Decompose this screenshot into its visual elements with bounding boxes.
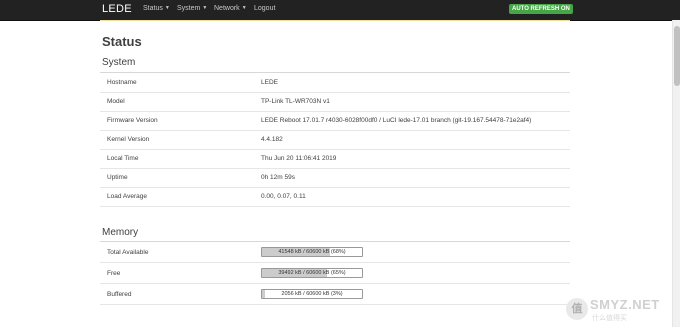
memory-section-divider: [100, 241, 570, 242]
system-row-local-time: Local Time Thu Jun 20 11:06:41 2019: [100, 149, 570, 169]
model-label: Model: [107, 98, 125, 105]
auto-refresh-toggle[interactable]: AUTO REFRESH ON: [509, 4, 573, 14]
menu-status-label: Status: [143, 5, 163, 12]
menu-network[interactable]: Network ▼: [214, 5, 247, 12]
watermark-logo-icon: 值: [566, 298, 588, 320]
free-bar-text: 39492 kB / 60600 kB (65%): [278, 270, 346, 276]
total-available-label: Total Available: [107, 249, 149, 256]
system-section-title: System: [102, 57, 136, 68]
total-available-bar-text: 41548 kB / 60600 kB (68%): [278, 249, 346, 255]
load-average-label: Load Average: [107, 193, 147, 200]
free-label: Free: [107, 270, 121, 277]
buffered-label: Buffered: [107, 291, 132, 298]
load-average-value: 0.00, 0.07, 0.11: [261, 193, 306, 200]
watermark-title: SMYZ.NET: [590, 297, 660, 312]
system-row-model: Model TP-Link TL-WR703N v1: [100, 92, 570, 112]
caret-down-icon: ▼: [164, 5, 170, 11]
model-value: TP-Link TL-WR703N v1: [261, 98, 330, 105]
memory-row-total-available: Total Available 41548 kB / 60600 kB (68%…: [100, 243, 570, 263]
total-available-bar: 41548 kB / 60600 kB (68%): [261, 247, 363, 257]
kernel-value: 4.4.182: [261, 136, 283, 143]
memory-row-buffered: Buffered 2056 kB / 60600 kB (3%): [100, 285, 570, 305]
top-navbar: LEDE Status ▼ System ▼ Network ▼ Logout AUT…: [0, 0, 680, 21]
menu-network-label: Network: [214, 5, 240, 12]
brand-logo[interactable]: LEDE: [102, 3, 132, 15]
caret-down-icon: ▼: [241, 5, 247, 11]
scrollbar-thumb[interactable]: [674, 26, 680, 86]
uptime-value: 0h 12m 59s: [261, 174, 295, 181]
system-row-uptime: Uptime 0h 12m 59s: [100, 168, 570, 188]
watermark-subtitle: 什么值得买: [592, 315, 627, 322]
system-row-firmware: Firmware Version LEDE Reboot 17.01.7 r40…: [100, 111, 570, 131]
menu-logout[interactable]: Logout: [254, 5, 275, 12]
menu-system[interactable]: System ▼: [177, 5, 207, 12]
kernel-label: Kernel Version: [107, 136, 150, 143]
hostname-label: Hostname: [107, 79, 137, 86]
hostname-value: LEDE: [261, 79, 278, 86]
menu-system-label: System: [177, 5, 201, 12]
buffered-bar-text: 2056 kB / 60600 kB (3%): [281, 291, 343, 297]
memory-row-free: Free 39492 kB / 60600 kB (65%): [100, 264, 570, 284]
free-bar: 39492 kB / 60600 kB (65%): [261, 268, 363, 278]
menu-status[interactable]: Status ▼: [143, 5, 170, 12]
page-title: Status: [102, 34, 142, 49]
local-time-value: Thu Jun 20 11:06:41 2019: [261, 155, 337, 162]
warning-strip: [100, 20, 570, 21]
caret-down-icon: ▼: [202, 5, 208, 11]
memory-section-title: Memory: [102, 227, 139, 238]
firmware-label: Firmware Version: [107, 117, 158, 124]
page-scrollbar[interactable]: [672, 20, 680, 327]
buffered-bar: 2056 kB / 60600 kB (3%): [261, 289, 363, 299]
system-row-load-average: Load Average 0.00, 0.07, 0.11: [100, 187, 570, 207]
firmware-value: LEDE Reboot 17.01.7 r4030-6028f00df0 / L…: [261, 117, 532, 124]
uptime-label: Uptime: [107, 174, 128, 181]
local-time-label: Local Time: [107, 155, 139, 162]
system-row-hostname: Hostname LEDE: [100, 73, 570, 93]
system-row-kernel: Kernel Version 4.4.182: [100, 130, 570, 150]
watermark: 值 SMYZ.NET 什么值得买: [566, 296, 672, 324]
